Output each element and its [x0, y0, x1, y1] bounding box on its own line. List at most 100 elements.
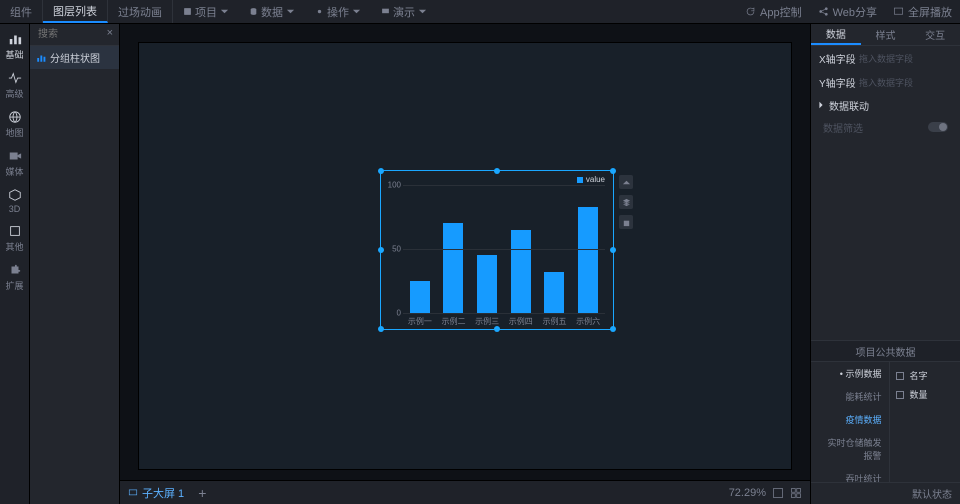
x-field-row: X轴字段 拖入数据字段	[811, 46, 960, 70]
bar	[410, 281, 430, 313]
layer-panel: × 分组柱状图	[30, 24, 120, 504]
data-linkage-section[interactable]: 数据联动	[811, 94, 960, 116]
y-tick: 50	[385, 245, 401, 254]
top-bar: 组件 图层列表 过场动画 项目 数据 操作 演示 App控制	[0, 0, 960, 24]
x-tick: 示例二	[441, 316, 465, 327]
misc-icon	[8, 224, 22, 238]
pulse-icon	[8, 71, 22, 85]
y-tick: 100	[385, 181, 401, 190]
menu-data[interactable]: 数据	[239, 0, 305, 23]
rail-other[interactable]: 其他	[1, 220, 29, 257]
right-tabs: 数据 样式 交互	[811, 24, 960, 46]
menu-present[interactable]: 演示	[371, 0, 437, 23]
x-field-slot[interactable]: 拖入数据字段	[859, 52, 952, 65]
rail-media[interactable]: 媒体	[1, 145, 29, 182]
chevron-down-icon	[286, 7, 295, 16]
add-subscreen-button[interactable]: +	[198, 485, 206, 501]
delete-icon	[622, 218, 631, 227]
grid-icon[interactable]	[790, 487, 802, 499]
chart-tool-3[interactable]	[619, 215, 633, 229]
bar-chart-icon	[8, 32, 22, 46]
chevron-down-icon	[352, 7, 361, 16]
tab-components[interactable]: 组件	[0, 0, 43, 23]
layer-search: ×	[30, 24, 119, 46]
chart-tool-2[interactable]	[619, 195, 633, 209]
x-tick: 示例五	[542, 316, 566, 327]
y-field-label: Y轴字段	[819, 75, 859, 90]
tab-transitions[interactable]: 过场动画	[108, 0, 173, 23]
datasource-list: 示例数据能耗统计疫情数据实时仓储触发报警吞吐统计	[811, 362, 890, 482]
right-tab-style[interactable]: 样式	[861, 24, 911, 45]
rail-basic[interactable]: 基础	[1, 28, 29, 65]
chart-side-tools	[619, 175, 633, 229]
layer-item-label: 分组柱状图	[50, 50, 100, 65]
datasource-row: 示例数据能耗统计疫情数据实时仓储触发报警吞吐统计 名字数量	[811, 362, 960, 482]
y-field-row: Y轴字段 拖入数据字段	[811, 70, 960, 94]
filter-toggle[interactable]	[928, 122, 948, 132]
zoom-controls: 72.29%	[729, 487, 802, 499]
component-rail: 基础 高级 地图 媒体 3D 其他 扩展	[0, 24, 30, 504]
canvas[interactable]: value 0 50 100 示例一示例二示例三示例四示例五示例六	[138, 42, 792, 470]
canvas-area[interactable]: value 0 50 100 示例一示例二示例三示例四示例五示例六 子大屏 1 + …	[120, 24, 810, 504]
bar-chart: value 0 50 100 示例一示例二示例三示例四示例五示例六	[381, 171, 613, 329]
rail-advanced[interactable]: 高级	[1, 67, 29, 104]
cube-icon	[8, 188, 22, 202]
globe-icon	[8, 110, 22, 124]
datasource-fields: 名字数量	[890, 362, 960, 482]
data-filter-row: 数据筛选	[811, 116, 960, 138]
share-icon	[818, 6, 829, 17]
field-item[interactable]: 名字	[890, 366, 960, 385]
bar	[544, 272, 564, 313]
datasource-item[interactable]: 能耗统计	[811, 385, 889, 408]
rail-extension[interactable]: 扩展	[1, 259, 29, 296]
x-axis-labels: 示例一示例二示例三示例四示例五示例六	[403, 316, 605, 327]
bar	[477, 255, 497, 313]
right-tab-data[interactable]: 数据	[811, 24, 861, 45]
menu-operate[interactable]: 操作	[305, 0, 371, 23]
bar	[578, 207, 598, 313]
layer-item[interactable]: 分组柱状图	[30, 46, 119, 69]
x-tick: 示例四	[509, 316, 533, 327]
bar	[511, 230, 531, 313]
chevron-down-icon	[418, 7, 427, 16]
right-tab-interact[interactable]: 交互	[910, 24, 960, 45]
project-data-header: 项目公共数据	[811, 340, 960, 362]
menu-project[interactable]: 项目	[173, 0, 239, 23]
rail-map[interactable]: 地图	[1, 106, 29, 143]
fit-icon[interactable]	[772, 487, 784, 499]
refresh-icon	[745, 6, 756, 17]
x-tick: 示例三	[475, 316, 499, 327]
selected-chart[interactable]: value 0 50 100 示例一示例二示例三示例四示例五示例六	[380, 170, 614, 330]
zoom-value: 72.29%	[729, 487, 766, 499]
rail-3d[interactable]: 3D	[1, 184, 29, 218]
chevron-right-icon	[817, 101, 825, 109]
video-icon	[8, 149, 22, 163]
action-web-share[interactable]: Web分享	[810, 4, 885, 20]
right-footer: 默认状态	[811, 482, 960, 504]
y-tick: 0	[385, 309, 401, 318]
datasource-item[interactable]: 示例数据	[811, 362, 889, 385]
x-tick: 示例一	[408, 316, 432, 327]
bottom-bar: 子大屏 1 + 72.29%	[120, 480, 810, 504]
y-field-slot[interactable]: 拖入数据字段	[859, 76, 952, 89]
chevron-down-icon	[220, 7, 229, 16]
action-app-control[interactable]: App控制	[737, 4, 810, 20]
bar	[443, 223, 463, 313]
datasource-item[interactable]: 疫情数据	[811, 408, 889, 431]
chevron-up-icon	[622, 178, 631, 187]
chart-legend: value	[577, 175, 605, 184]
chart-tool-1[interactable]	[619, 175, 633, 189]
datasource-item[interactable]: 实时仓储触发报警	[811, 431, 889, 467]
action-fullscreen[interactable]: 全屏播放	[885, 4, 960, 20]
tab-layer-list[interactable]: 图层列表	[43, 0, 108, 23]
x-tick: 示例六	[576, 316, 600, 327]
clear-search-icon[interactable]: ×	[107, 27, 113, 39]
fullscreen-icon	[893, 6, 904, 17]
layers-icon	[622, 198, 631, 207]
puzzle-icon	[8, 263, 22, 277]
bar-chart-icon	[36, 53, 46, 63]
x-field-label: X轴字段	[819, 51, 859, 66]
screen-icon	[128, 488, 138, 498]
field-item[interactable]: 数量	[890, 385, 960, 404]
subscreen-tab[interactable]: 子大屏 1	[128, 485, 184, 501]
